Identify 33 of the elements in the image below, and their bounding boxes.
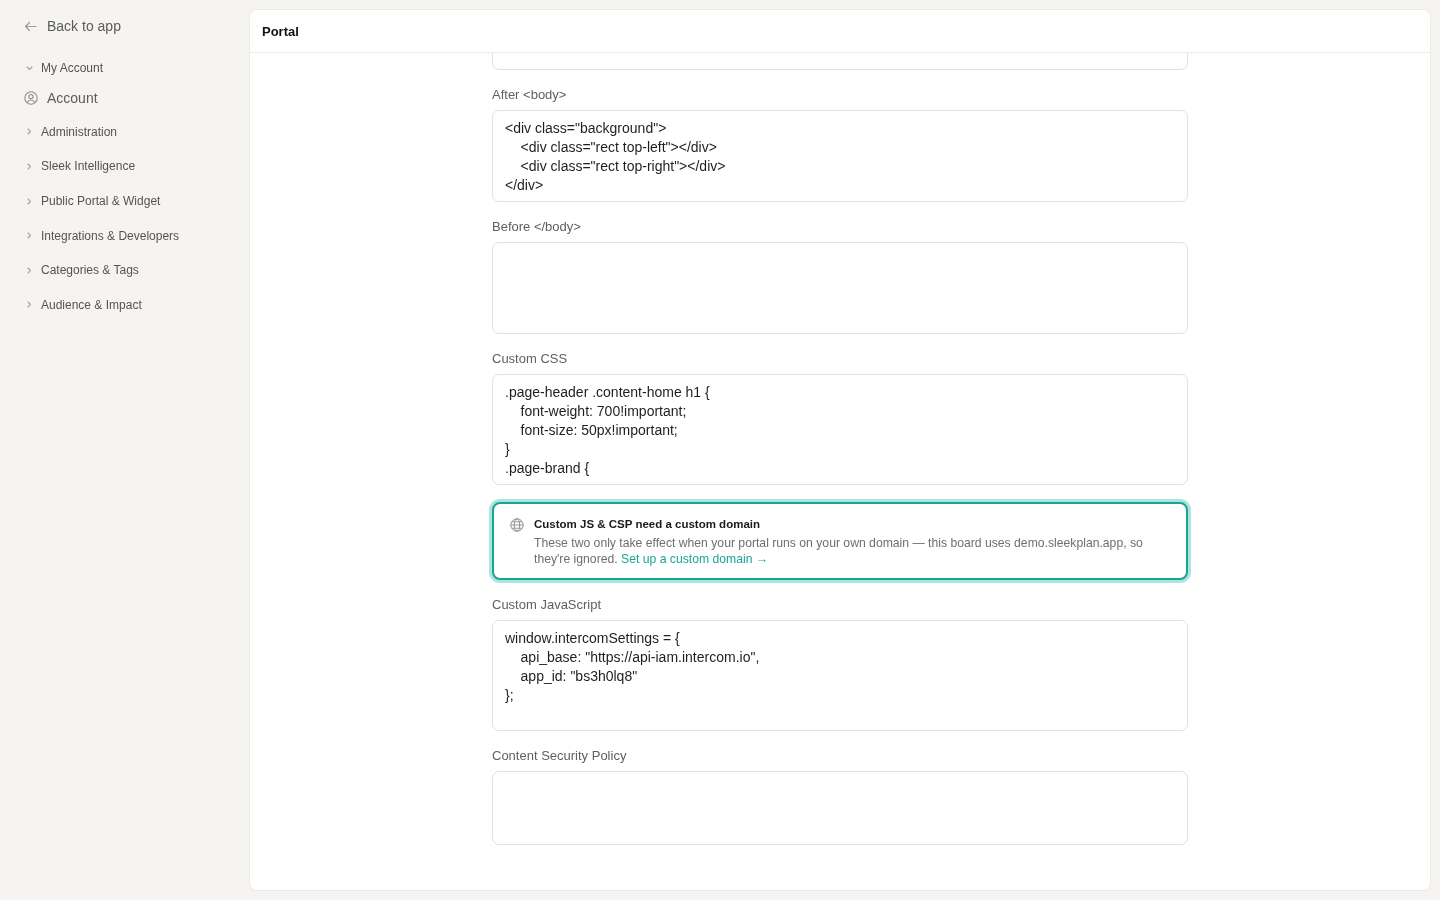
chevron-right-icon [27,197,32,205]
nav-group-toggle[interactable]: Categories & Tags [24,252,139,288]
arrow-left-icon [24,20,37,32]
globe-icon [510,518,524,532]
nav-group-toggle[interactable]: Administration [24,114,118,150]
code-textarea[interactable] [492,53,1188,70]
notice-text: These two only take effect when your portal runs on your own domain — this board uses demo.sleekplan.app, so they're ignored. Set up a custom domain → [534,535,1144,567]
chevron-right-icon [27,163,32,170]
field-label: Custom JavaScript [492,597,602,613]
nav-group-toggle[interactable]: My Account [24,51,104,86]
code-textarea[interactable] [492,242,1188,334]
code-textarea[interactable] [492,771,1188,845]
field-label: Before </body> [492,219,581,235]
field-label: After <body> [492,87,567,103]
chevron-right-icon [27,266,32,274]
chevron-down-icon [26,65,33,71]
nav-group-toggle[interactable]: Public Portal & Widget [24,183,161,219]
field-label: Content Security Policy [492,748,627,764]
nav-item[interactable]: Account [24,85,104,110]
nav-group-toggle[interactable]: Sleek Intelligence [24,149,136,184]
code-textarea[interactable]: <div class="background"> <div class="rect top-left"></div> <div class="rect top-right"></div> </div> [492,110,1188,202]
code-textarea[interactable]: window.intercomSettings = { api_base: "https://api-iam.intercom.io", app_id: "bs3h0lq8" }; [492,620,1188,731]
nav-group-toggle[interactable]: Integrations & Developers [24,218,180,253]
page-title: Portal [262,23,299,39]
chevron-right-icon [27,128,32,136]
nav-group-toggle[interactable]: Audience & Impact [24,287,142,323]
user-circle-icon [24,90,38,105]
back-link[interactable]: Back to app [24,16,121,36]
chevron-right-icon [27,301,32,309]
code-textarea[interactable]: .page-header .content-home h1 { font-weight: 700!important; font-size: 50px!important; } .page-brand { [492,374,1188,485]
field-label: Custom CSS [492,351,568,367]
chevron-right-icon [27,232,32,240]
notice-title: Custom JS & CSP need a custom domain [534,517,760,532]
